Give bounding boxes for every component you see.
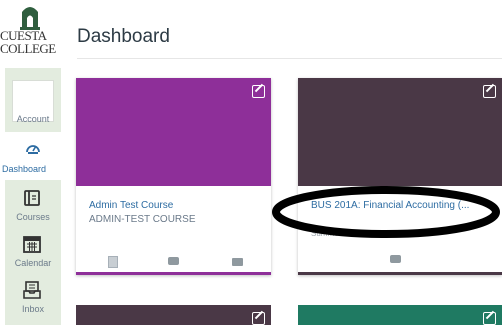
nav-inbox-label: Inbox (21, 304, 45, 314)
calendar-icon (23, 236, 41, 253)
nav-calendar-label: Calendar (14, 258, 52, 268)
global-navigation: CUESTA COLLEGE Account Dashboard Courses (0, 0, 61, 325)
logo-text-line2: COLLEGE (0, 41, 56, 56)
discussions-icon[interactable] (168, 257, 179, 265)
college-logo[interactable]: CUESTA COLLEGE (0, 4, 61, 62)
nav-dashboard-label: Dashboard (2, 164, 47, 174)
book-icon (24, 190, 40, 206)
nav-dashboard[interactable]: Dashboard (0, 134, 61, 178)
page-title: Dashboard (77, 26, 170, 47)
edit-icon[interactable] (483, 312, 496, 325)
course-code: ADMIN-TEST COURSE (89, 214, 196, 225)
course-card[interactable] (76, 305, 271, 325)
card-color-bar (298, 272, 502, 275)
discussions-icon[interactable] (390, 255, 401, 263)
nav-inbox[interactable]: Inbox (5, 278, 61, 322)
course-name[interactable]: Admin Test Course (89, 200, 173, 211)
edit-icon[interactable] (483, 85, 496, 98)
course-card-hero[interactable] (298, 305, 502, 325)
highlight-ellipse (272, 186, 500, 238)
nav-calendar[interactable]: Calendar (5, 232, 61, 276)
course-card-hero[interactable] (298, 78, 502, 186)
bell-tower-icon (20, 7, 40, 30)
header-divider (77, 58, 502, 59)
inbox-icon (23, 281, 41, 299)
edit-icon[interactable] (252, 312, 265, 325)
course-card-hero[interactable] (76, 305, 271, 325)
nav-account-label: Account (16, 114, 50, 124)
nav-list: Courses Calendar Inbox (5, 180, 61, 325)
course-card-hero[interactable] (76, 78, 271, 186)
course-card-bus-201a[interactable]: BUS 201A: Financial Accounting (... Summ… (298, 78, 502, 275)
nav-account[interactable]: Account (5, 68, 61, 132)
card-color-bar (76, 272, 271, 275)
course-card-admin-test[interactable]: Admin Test Course ADMIN-TEST COURSE (76, 78, 271, 275)
speedometer-icon (26, 145, 40, 154)
edit-icon[interactable] (252, 85, 265, 98)
course-card[interactable] (298, 305, 502, 325)
files-icon[interactable] (232, 258, 243, 266)
announcements-icon[interactable] (108, 256, 118, 268)
nav-courses[interactable]: Courses (5, 186, 61, 230)
nav-courses-label: Courses (16, 212, 50, 222)
